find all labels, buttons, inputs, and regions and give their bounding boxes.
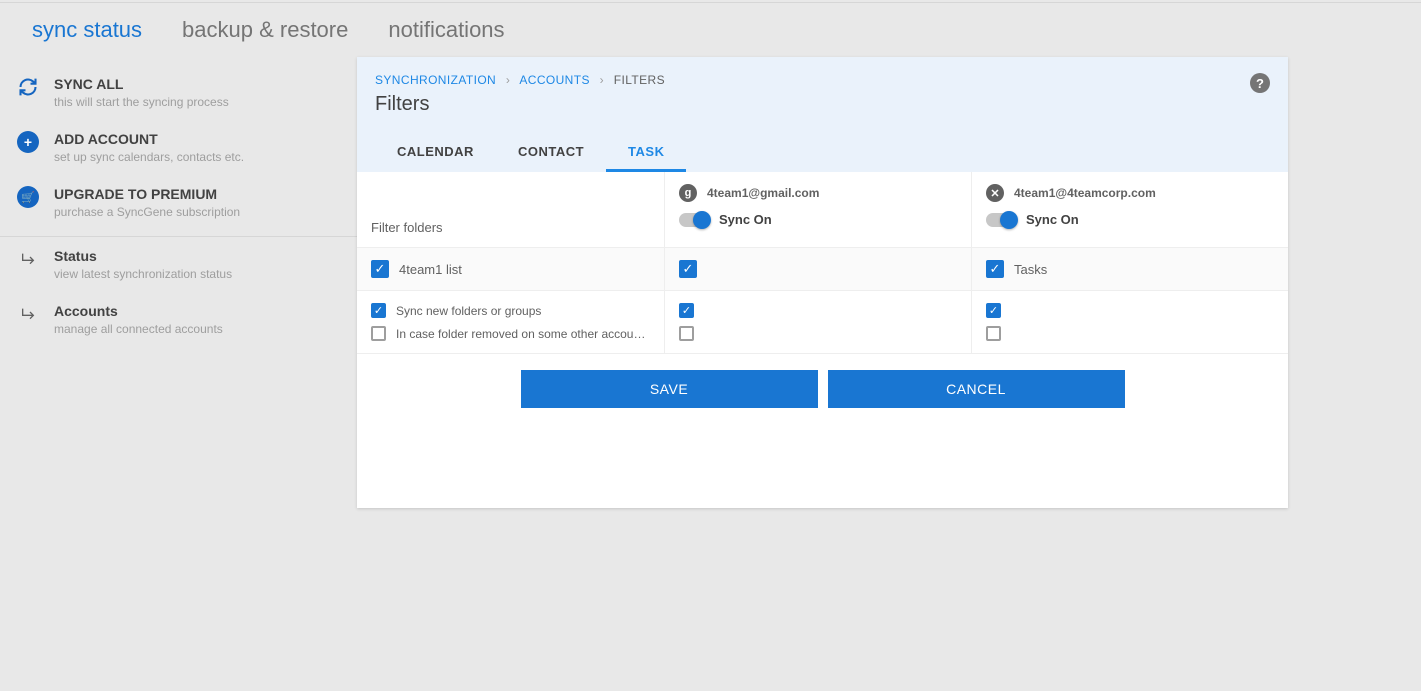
tab-task[interactable]: TASK [606,134,686,172]
sidebar: SYNC ALL this will start the syncing pro… [0,57,357,347]
checkbox-sync-new-folders[interactable]: ✓ [371,303,386,318]
cart-icon: 🛒 [16,185,40,209]
tab-notifications[interactable]: notifications [368,17,524,43]
cancel-button[interactable]: CANCEL [828,370,1125,408]
plus-circle-icon: + [16,130,40,154]
sidebar-item-sync-all[interactable]: SYNC ALL this will start the syncing pro… [0,65,357,120]
option-label: Sync new folders or groups [396,304,541,318]
checkbox-acct2-row1[interactable]: ✓ [986,260,1004,278]
sidebar-item-subtitle: this will start the syncing process [54,94,229,110]
tab-backup-restore[interactable]: backup & restore [162,17,368,43]
checkbox-acct1-row3[interactable] [679,326,694,341]
sidebar-item-status[interactable]: Status view latest synchronization statu… [0,237,357,292]
save-button[interactable]: SAVE [521,370,818,408]
checkbox-acct2-row2[interactable]: ✓ [986,303,1001,318]
sub-tabs: CALENDAR CONTACT TASK [375,134,1270,172]
checkbox-delete-removed[interactable] [371,326,386,341]
toggle-label: Sync On [1026,212,1079,227]
sidebar-item-title: ADD ACCOUNT [54,130,244,148]
account-email: 4team1@gmail.com [707,186,819,200]
folder-label: 4team1 list [399,262,462,277]
sidebar-item-subtitle: set up sync calendars, contacts etc. [54,149,244,165]
toggle-label: Sync On [719,212,772,227]
checkbox-folder-4team1[interactable]: ✓ [371,260,389,278]
tab-sync-status[interactable]: sync status [12,17,162,43]
sidebar-item-title: SYNC ALL [54,75,229,93]
filters-panel: SYNCHRONIZATION › ACCOUNTS › FILTERS Fil… [357,57,1288,508]
account-email: 4team1@4teamcorp.com [1014,186,1156,200]
breadcrumb-accounts[interactable]: ACCOUNTS [519,73,590,87]
sync-icon [16,75,40,99]
sidebar-item-subtitle: manage all connected accounts [54,321,223,337]
sidebar-item-title: UPGRADE TO PREMIUM [54,185,240,203]
sidebar-item-title: Accounts [54,302,223,320]
sidebar-item-subtitle: view latest synchronization status [54,266,232,282]
exchange-icon: ✕ [986,184,1004,202]
sidebar-item-accounts[interactable]: Accounts manage all connected accounts [0,292,357,347]
google-icon: g [679,184,697,202]
checkbox-acct2-row3[interactable] [986,326,1001,341]
arrow-sub-icon [16,302,40,326]
main-tabs: sync status backup & restore notificatio… [0,3,1421,57]
sync-toggle-account1[interactable] [679,213,709,227]
checkbox-acct1-row2[interactable]: ✓ [679,303,694,318]
help-icon[interactable]: ? [1250,73,1270,93]
sidebar-item-subtitle: purchase a SyncGene subscription [54,204,240,220]
tab-calendar[interactable]: CALENDAR [375,134,496,172]
breadcrumb-synchronization[interactable]: SYNCHRONIZATION [375,73,496,87]
folder-label: Tasks [1014,262,1047,277]
breadcrumb-current: FILTERS [614,73,665,87]
sidebar-item-title: Status [54,247,232,265]
sync-toggle-account2[interactable] [986,213,1016,227]
filter-table: Filter folders g 4team1@gmail.com Sync O… [357,172,1288,354]
arrow-sub-icon [16,247,40,271]
tab-contact[interactable]: CONTACT [496,134,606,172]
breadcrumb: SYNCHRONIZATION › ACCOUNTS › FILTERS [375,73,1270,87]
page-title: Filters [375,93,1270,116]
checkbox-acct1-row1[interactable]: ✓ [679,260,697,278]
sidebar-item-add-account[interactable]: + ADD ACCOUNT set up sync calendars, con… [0,120,357,175]
option-label: In case folder removed on some other acc… [396,327,650,341]
sidebar-item-upgrade[interactable]: 🛒 UPGRADE TO PREMIUM purchase a SyncGene… [0,175,357,230]
filter-folders-label: Filter folders [371,184,650,235]
